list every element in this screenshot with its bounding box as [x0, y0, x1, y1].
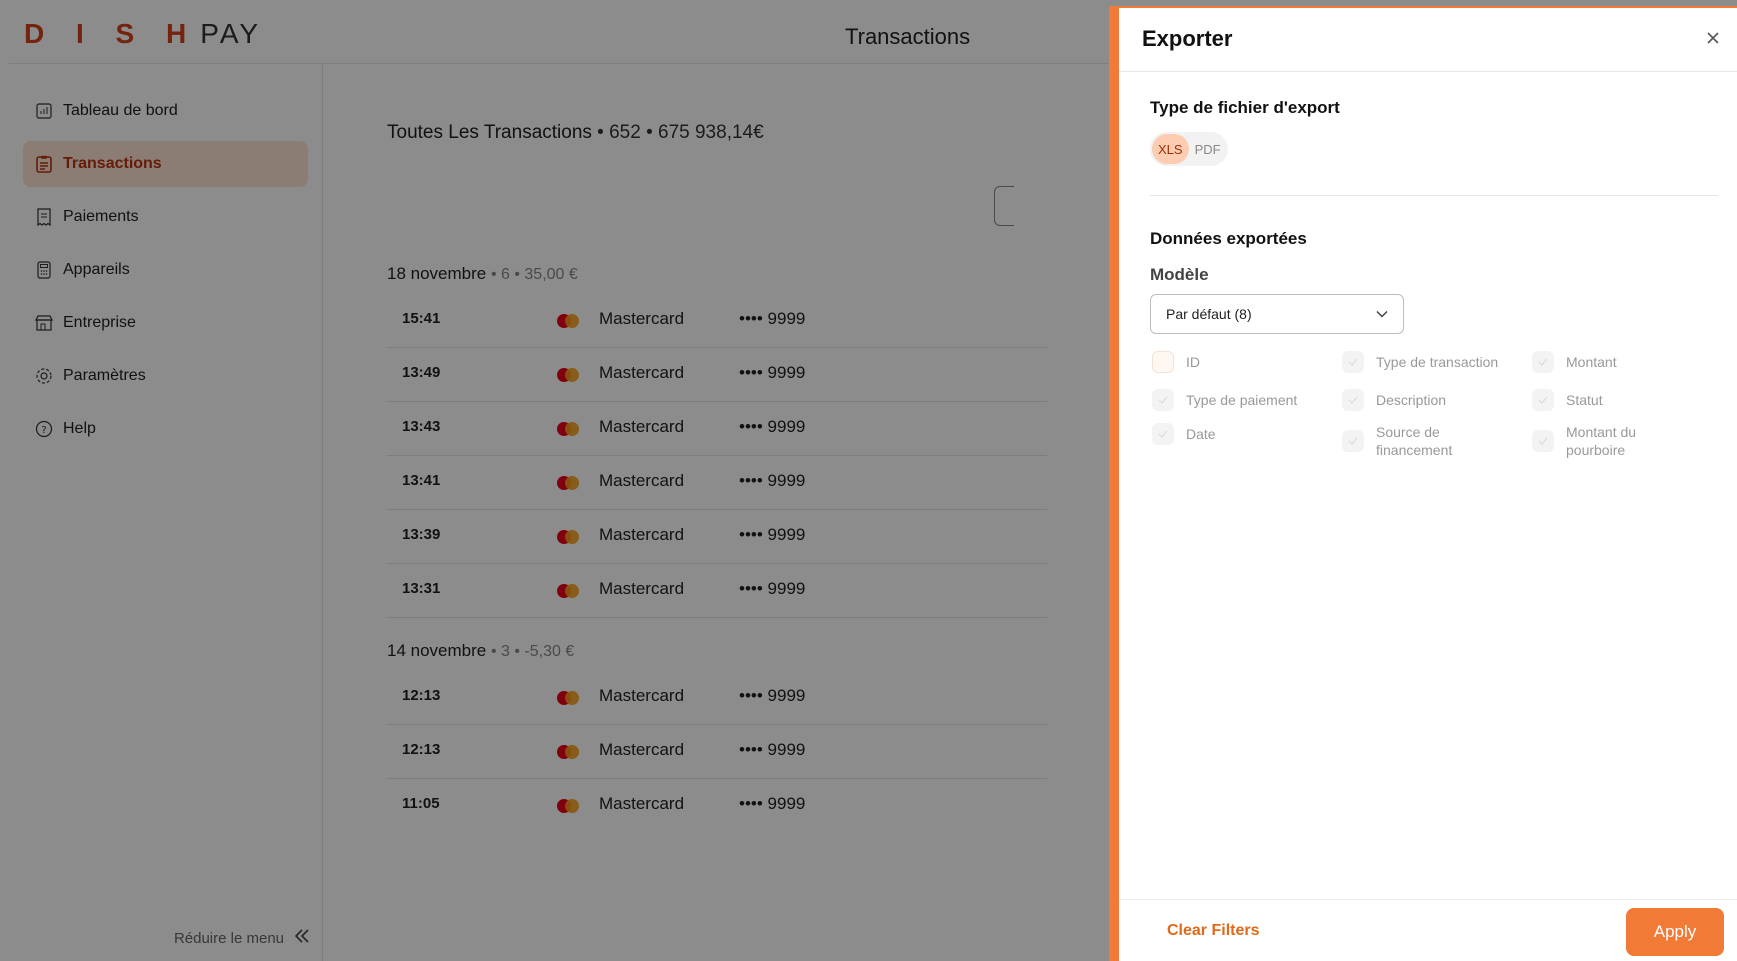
file-type-pdf[interactable]: PDF [1189, 134, 1227, 164]
column-option-label: ID [1186, 354, 1200, 370]
checkbox[interactable] [1152, 389, 1174, 411]
file-type-label: Type de fichier d'export [1150, 98, 1340, 117]
column-option-transaction-type[interactable]: Type de transaction [1342, 351, 1498, 373]
check-icon [1348, 396, 1358, 404]
checkbox[interactable] [1342, 430, 1364, 452]
column-option-date[interactable]: Date [1152, 423, 1216, 445]
checkbox[interactable] [1532, 389, 1554, 411]
checkbox[interactable] [1152, 351, 1174, 373]
check-icon [1538, 437, 1548, 445]
file-type-xls[interactable]: XLS [1152, 134, 1189, 164]
check-icon [1538, 396, 1548, 404]
check-icon [1348, 358, 1358, 366]
checkbox[interactable] [1532, 430, 1554, 452]
checkbox[interactable] [1342, 389, 1364, 411]
check-icon [1158, 430, 1168, 438]
column-option-id[interactable]: ID [1152, 351, 1200, 373]
export-drawer: Exporter Type de fichier d'export XLS PD… [1109, 6, 1737, 961]
close-icon [1707, 32, 1719, 44]
model-select-value: Par défaut (8) [1166, 306, 1252, 322]
close-button[interactable] [1703, 28, 1723, 48]
divider [1150, 195, 1718, 196]
check-icon [1348, 437, 1358, 445]
drawer-header: Exporter [1119, 8, 1737, 72]
model-label: Modèle [1150, 265, 1209, 284]
drawer-title: Exporter [1142, 26, 1233, 51]
column-option-label: Statut [1566, 392, 1603, 408]
check-icon [1538, 358, 1548, 366]
column-option-tip-amount[interactable]: Montant du pourboire [1532, 423, 1682, 459]
checkbox[interactable] [1152, 423, 1174, 445]
column-option-label: Source de financement [1376, 424, 1453, 458]
column-option-label: Description [1376, 392, 1447, 408]
column-option-amount[interactable]: Montant [1532, 351, 1617, 373]
column-option-status[interactable]: Statut [1532, 389, 1603, 411]
drawer-footer: Clear Filters Apply [1119, 899, 1737, 961]
chevron-down-icon [1376, 310, 1388, 318]
model-select[interactable]: Par défaut (8) [1150, 294, 1404, 334]
checkbox[interactable] [1342, 351, 1364, 373]
column-option-label: Date [1186, 426, 1216, 442]
column-option-description[interactable]: Description [1342, 389, 1446, 411]
file-type-toggle: XLS PDF [1150, 132, 1228, 166]
apply-button[interactable]: Apply [1626, 908, 1724, 956]
column-option-label: Montant du pourboire [1566, 424, 1637, 458]
column-option-label: Type de paiement [1186, 392, 1298, 408]
exported-data-label: Données exportées [1150, 229, 1307, 248]
check-icon [1158, 396, 1168, 404]
column-option-payment-type[interactable]: Type de paiement [1152, 389, 1297, 411]
column-option-funding-source[interactable]: Source de financement [1342, 423, 1492, 459]
clear-filters-button[interactable]: Clear Filters [1167, 922, 1259, 940]
column-option-label: Montant [1566, 354, 1617, 370]
column-option-label: Type de transaction [1376, 354, 1499, 370]
checkbox[interactable] [1532, 351, 1554, 373]
